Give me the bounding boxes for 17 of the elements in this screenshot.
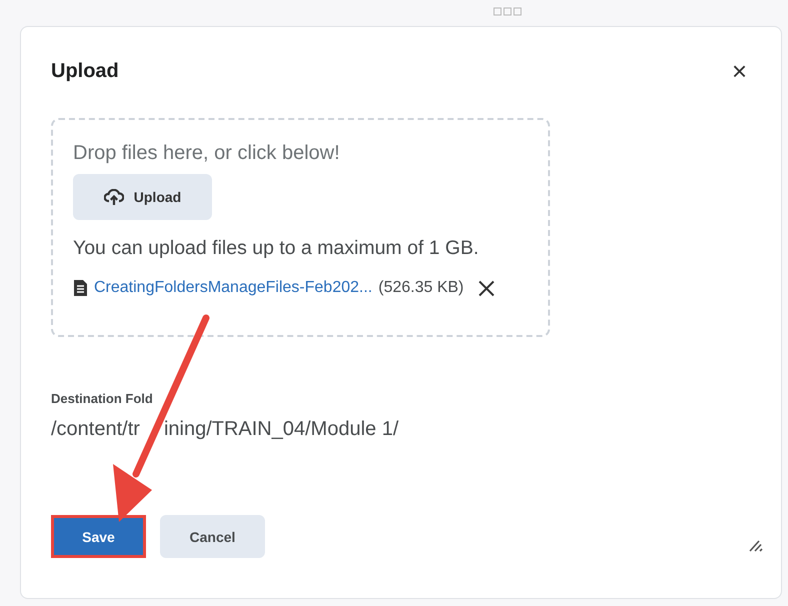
file-link[interactable]: CreatingFoldersManageFiles-Feb202...: [94, 279, 372, 297]
cloud-upload-icon: [104, 189, 124, 205]
file-size: (526.35 KB): [378, 279, 464, 297]
upload-button[interactable]: Upload: [73, 174, 212, 220]
close-button[interactable]: ×: [728, 58, 751, 84]
dialog-title: Upload: [51, 60, 119, 82]
size-limit-text: You can upload files up to a maximum of 1 GB.: [73, 237, 479, 260]
save-button[interactable]: Save: [51, 515, 146, 558]
resize-handle-icon[interactable]: [749, 540, 763, 552]
destination-label: Destination Fold: [51, 391, 154, 406]
destination-path: ining/TRAIN_04/Module 1/: [164, 418, 399, 441]
drop-zone[interactable]: Drop files here, or click below! Upload You can upload files up to a maximum of 1 GB. CreatingFoldersManageFiles-Feb202... (526.35 KB): [51, 118, 550, 337]
cancel-button[interactable]: Cancel: [160, 515, 265, 558]
destination-path: /content/tr: [51, 418, 140, 441]
drop-prompt: Drop files here, or click below!: [73, 142, 340, 165]
remove-icon[interactable]: [478, 280, 495, 296]
document-icon: [73, 279, 88, 297]
